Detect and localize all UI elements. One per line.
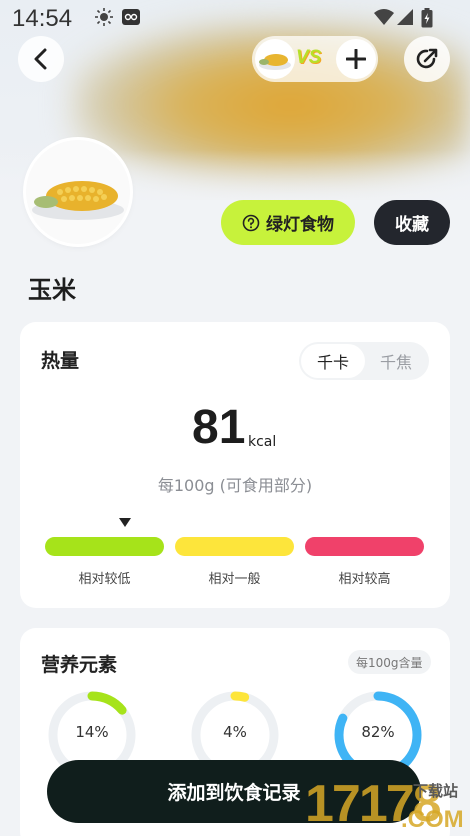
nutrient-percent: 14% [75, 723, 109, 741]
compare-food-thumb [255, 39, 295, 79]
calories-card: 热量 千卡 千焦 81 kcal 每100g (可食用部分) 相对较低 相对一般… [20, 322, 450, 608]
favorite-button[interactable]: 收藏 [374, 200, 450, 245]
app-notification-icon [122, 9, 140, 25]
nutrient-percent: 82% [361, 723, 395, 741]
status-bar: 14:54 [0, 0, 470, 36]
wifi-icon [374, 9, 394, 25]
chevron-left-icon [34, 48, 47, 70]
unit-option-kcal[interactable]: 千卡 [301, 344, 365, 378]
nutrient-percent: 4% [223, 723, 247, 741]
share-icon [416, 48, 438, 69]
level-pointer-icon [119, 518, 131, 527]
level-bar-low [45, 537, 164, 556]
signal-icon [397, 9, 413, 25]
add-compare-button[interactable] [336, 39, 376, 79]
per-serving-note: 每100g (可食用部分) [157, 476, 313, 495]
battery-icon [421, 8, 433, 28]
food-thumbnail [26, 140, 130, 244]
level-label-medium: 相对一般 [208, 572, 261, 587]
unit-option-kj[interactable]: 千焦 [365, 344, 427, 378]
status-time: 14:54 [12, 5, 73, 32]
question-circle-icon [242, 214, 260, 231]
compare-pill[interactable]: VS [252, 36, 378, 82]
plus-icon [346, 49, 366, 69]
watermark-domain: .COM [401, 806, 464, 833]
calorie-unit: kcal [248, 434, 277, 450]
level-label-high: 相对较高 [338, 572, 391, 587]
brightness-icon [95, 8, 113, 26]
unit-toggle: 千卡 千焦 [299, 342, 429, 380]
food-name: 玉米 [28, 276, 76, 304]
watermark-text: 下载站 [413, 782, 459, 800]
calorie-value: 81 [192, 401, 246, 454]
vs-icon: VS [296, 47, 322, 68]
calories-title: 热量 [41, 350, 80, 372]
traffic-light-button[interactable]: 绿灯食物 [221, 200, 355, 245]
level-label-low: 相对较低 [78, 572, 131, 587]
level-bar-high [305, 537, 424, 556]
site-watermark: 17178 下载站 .COM [305, 776, 470, 836]
level-bar-medium [175, 537, 294, 556]
nutrients-title: 营养元素 [41, 654, 118, 676]
per-100g-badge: 每100g含量 [348, 650, 431, 674]
back-button[interactable] [18, 36, 64, 82]
share-button[interactable] [404, 36, 450, 82]
traffic-light-label: 绿灯食物 [266, 215, 334, 235]
